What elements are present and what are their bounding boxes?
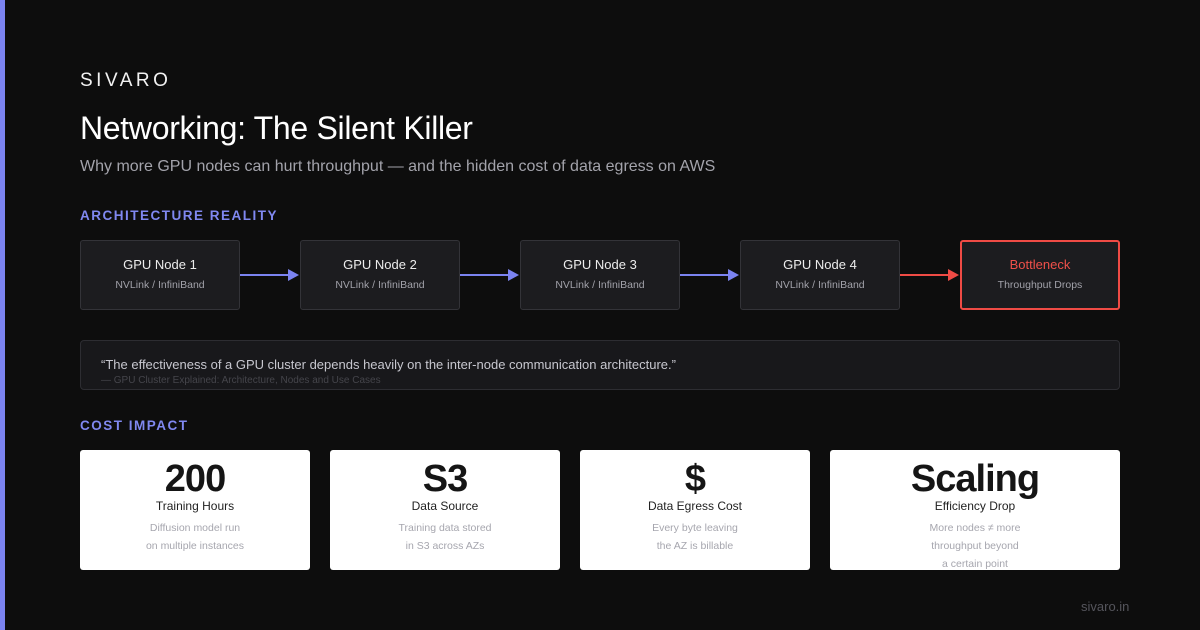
cost-card-data-source: S3 Data Source Training data stored in S… <box>330 450 560 570</box>
node-subtitle: Throughput Drops <box>997 279 1083 291</box>
card-label: Efficiency Drop <box>934 499 1016 513</box>
card-description-line: Every byte leaving <box>652 522 738 534</box>
quote-text: “The effectiveness of a GPU cluster depe… <box>101 357 676 372</box>
gpu-node-3: GPU Node 3 NVLink / InfiniBand <box>520 240 680 310</box>
node-title: GPU Node 3 <box>563 257 637 272</box>
footer-url: sivaro.in <box>1081 599 1130 614</box>
node-subtitle: NVLink / InfiniBand <box>775 279 865 291</box>
quote-box: “The effectiveness of a GPU cluster depe… <box>80 340 1120 390</box>
cost-card-scaling: Scaling Efficiency Drop More nodes ≠ mor… <box>830 450 1120 570</box>
arrow-right-icon <box>900 269 959 281</box>
gpu-node-2: GPU Node 2 NVLink / InfiniBand <box>300 240 460 310</box>
arrow-right-icon <box>680 269 739 281</box>
card-description-line: the AZ is billable <box>656 540 734 552</box>
section-label-architecture: ARCHITECTURE REALITY <box>80 208 278 223</box>
card-description-line: More nodes ≠ more <box>929 522 1021 534</box>
node-title: GPU Node 4 <box>783 257 857 272</box>
cost-card-data-egress: $ Data Egress Cost Every byte leaving th… <box>580 450 810 570</box>
card-value: Scaling <box>910 458 1040 500</box>
card-description-line: a certain point <box>942 558 1008 570</box>
card-description-line: in S3 across AZs <box>405 540 485 552</box>
bottleneck-node: Bottleneck Throughput Drops <box>960 240 1120 310</box>
card-value: 200 <box>164 458 226 500</box>
node-subtitle: NVLink / InfiniBand <box>555 279 645 291</box>
card-description-line: Training data stored <box>398 522 492 534</box>
card-label: Training Hours <box>155 499 235 513</box>
card-description-line: on multiple instances <box>145 540 245 552</box>
card-description-line: Diffusion model run <box>149 522 241 534</box>
accent-bar <box>0 0 5 630</box>
gpu-node-1: GPU Node 1 NVLink / InfiniBand <box>80 240 240 310</box>
arrow-right-icon <box>240 269 299 281</box>
card-label: Data Source <box>411 499 479 513</box>
gpu-node-4: GPU Node 4 NVLink / InfiniBand <box>740 240 900 310</box>
node-subtitle: NVLink / InfiniBand <box>335 279 425 291</box>
node-title: GPU Node 2 <box>343 257 417 272</box>
card-value: S3 <box>422 458 468 500</box>
card-label: Data Egress Cost <box>647 499 743 513</box>
page-title: Networking: The Silent Killer <box>80 110 473 146</box>
card-description: Every byte leaving the AZ is billable <box>580 519 810 555</box>
card-description: Training data stored in S3 across AZs <box>330 519 560 555</box>
card-description-line: throughput beyond <box>931 540 1019 552</box>
page-subtitle: Why more GPU nodes can hurt throughput —… <box>80 158 716 175</box>
cost-card-training-hours: 200 Training Hours Diffusion model run o… <box>80 450 310 570</box>
section-label-cost: COST IMPACT <box>80 418 189 433</box>
arrow-right-icon <box>460 269 519 281</box>
node-title: Bottleneck <box>1009 257 1071 272</box>
card-value: $ <box>684 458 706 500</box>
card-description: Diffusion model run on multiple instance… <box>80 519 310 555</box>
brand-logo: SIVARO <box>80 70 172 91</box>
node-subtitle: NVLink / InfiniBand <box>115 279 205 291</box>
node-title: GPU Node 1 <box>123 257 197 272</box>
quote-source: — GPU Cluster Explained: Architecture, N… <box>101 375 381 386</box>
card-description: More nodes ≠ more throughput beyond a ce… <box>830 519 1120 573</box>
